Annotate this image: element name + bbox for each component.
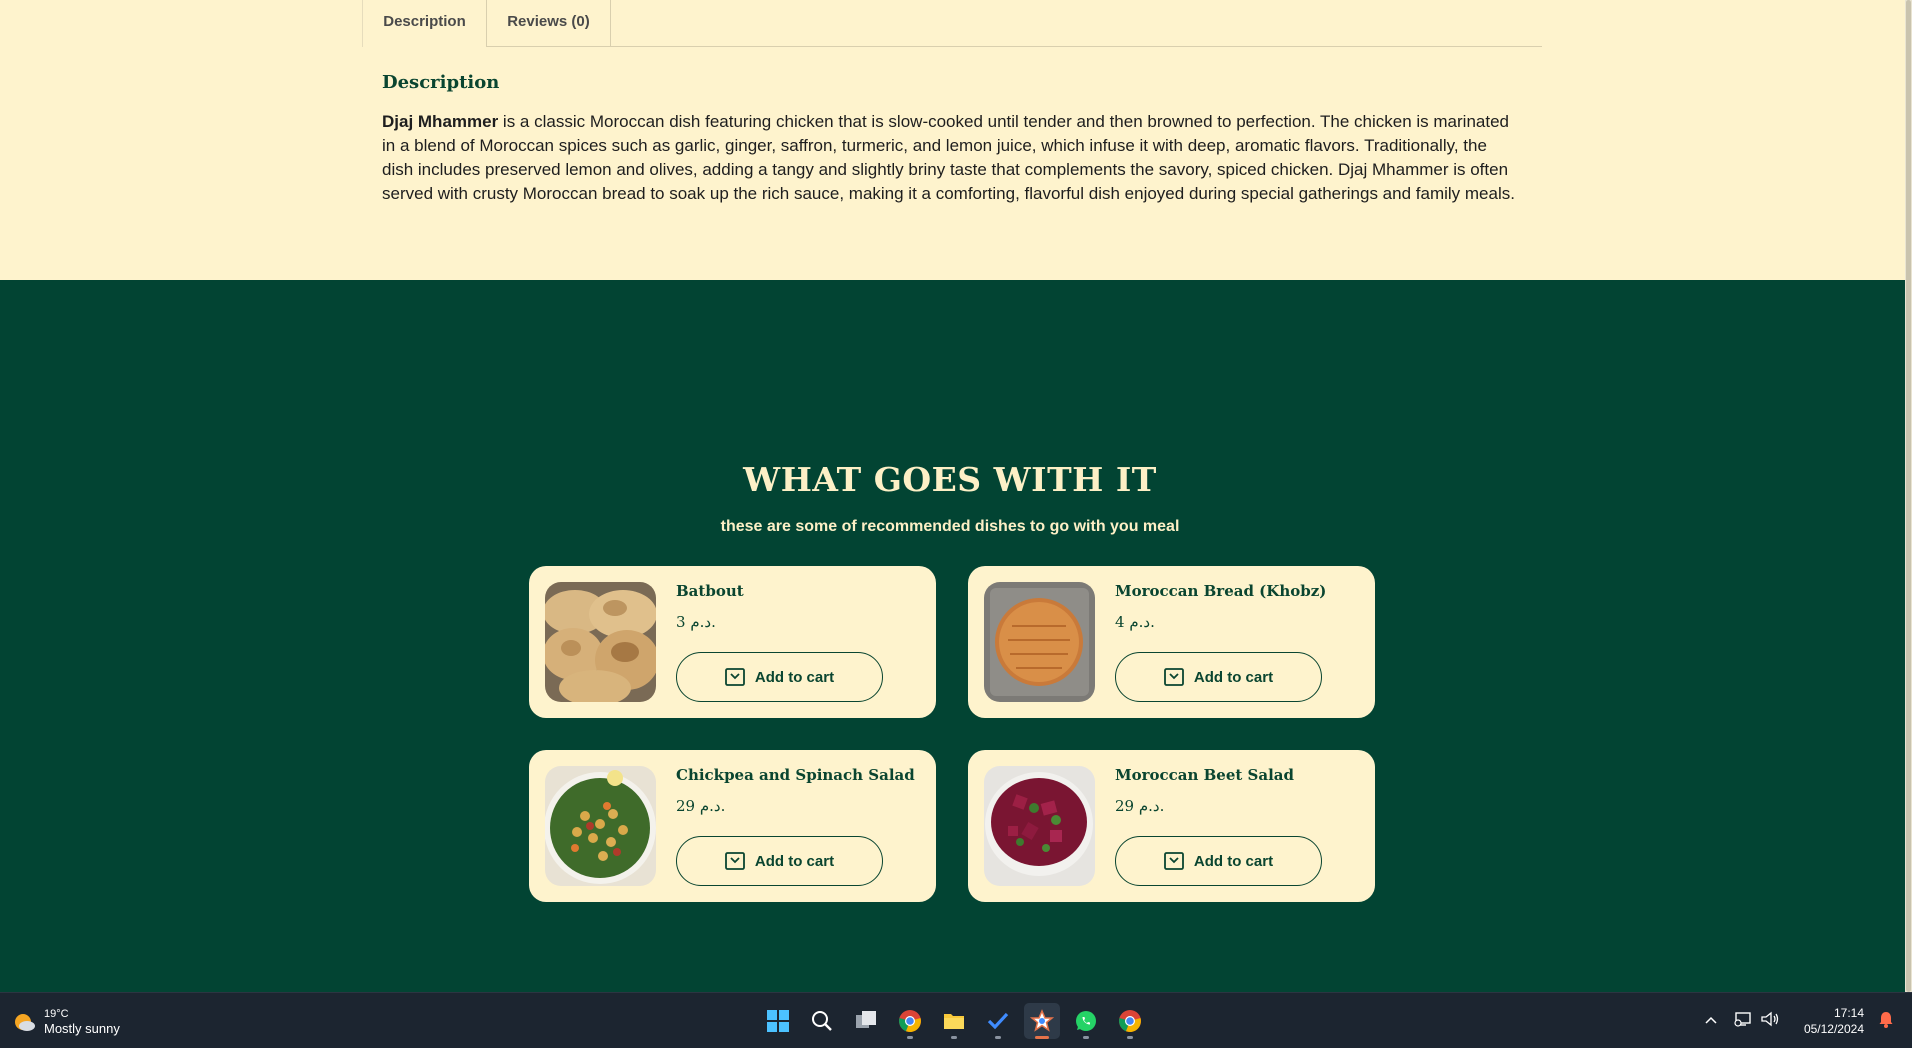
running-indicator (1127, 1036, 1133, 1039)
search-icon[interactable] (804, 1003, 840, 1039)
add-to-cart-label: Add to cart (1193, 668, 1274, 686)
running-indicator (907, 1036, 913, 1039)
description-heading: Description (382, 72, 500, 93)
system-clock[interactable]: 17:14 05/12/2024 (1804, 1005, 1864, 1037)
running-indicator (1035, 1036, 1049, 1039)
product-price: 29 د.م. (676, 797, 726, 815)
add-to-cart-button[interactable]: Add to cart (676, 652, 883, 702)
product-name[interactable]: Batbout (676, 582, 744, 600)
windows-taskbar: 19°C Mostly sunny 17:14 05/12/2024 (0, 992, 1912, 1048)
scrollbar-thumb[interactable] (1906, 0, 1911, 992)
cart-icon (1164, 852, 1184, 870)
add-to-cart-button[interactable]: Add to cart (1115, 836, 1322, 886)
cart-icon (1164, 668, 1184, 686)
chrome-profile-icon[interactable] (1112, 1003, 1148, 1039)
weather-temperature: 19°C (44, 1008, 69, 1020)
dish-name: Djaj Mhammer (382, 112, 499, 131)
pairing-subtitle: these are some of recommended dishes to … (720, 518, 1180, 535)
clock-date: 05/12/2024 (1803, 1022, 1864, 1036)
network-icon[interactable] (1734, 1011, 1752, 1032)
product-card-moroccan-bread: Moroccan Bread (Khobz) 4 د.م. Add to car… (968, 566, 1375, 718)
web-page: Description Reviews (0) Description Djaj… (0, 0, 1905, 992)
product-name[interactable]: Moroccan Bread (Khobz) (1115, 582, 1326, 600)
running-indicator (1083, 1036, 1089, 1039)
volume-icon[interactable] (1760, 1011, 1780, 1032)
product-image-chickpea-salad[interactable] (545, 766, 656, 886)
product-price: 29 د.م. (1115, 797, 1165, 815)
page-scrollbar[interactable] (1905, 0, 1912, 992)
chrome-icon[interactable] (892, 1003, 928, 1039)
task-view-icon[interactable] (848, 1003, 884, 1039)
product-name[interactable]: Moroccan Beet Salad (1115, 766, 1294, 784)
product-image-beet-salad[interactable] (984, 766, 1095, 886)
product-card-chickpea-salad: Chickpea and Spinach Salad 29 د.م. Add t… (529, 750, 936, 902)
weather-widget[interactable]: 19°C Mostly sunny (12, 1007, 120, 1037)
pairing-section: WHAT GOES WITH IT these are some of reco… (0, 280, 1905, 992)
running-indicator (995, 1036, 1001, 1039)
tab-description[interactable]: Description (362, 0, 486, 47)
add-to-cart-label: Add to cart (754, 852, 835, 870)
notification-bell-icon[interactable] (1878, 1010, 1894, 1033)
active-app-icon[interactable] (1024, 1003, 1060, 1039)
description-body: is a classic Moroccan dish featuring chi… (382, 112, 1515, 203)
product-card-beet-salad: Moroccan Beet Salad 29 د.م. Add to cart (968, 750, 1375, 902)
whatsapp-icon[interactable] (1068, 1003, 1104, 1039)
weather-sun-icon (15, 1014, 35, 1031)
system-tray: 17:14 05/12/2024 (1704, 993, 1912, 1048)
cart-icon (725, 668, 745, 686)
weather-condition: Mostly sunny (44, 1021, 120, 1036)
product-name[interactable]: Chickpea and Spinach Salad (676, 766, 915, 784)
add-to-cart-button[interactable]: Add to cart (676, 836, 883, 886)
clock-time: 17:14 (1833, 1006, 1864, 1020)
taskbar-apps (760, 1003, 1148, 1039)
description-text: Djaj Mhammer is a classic Moroccan dish … (382, 110, 1522, 206)
product-price: 3 د.م. (676, 613, 716, 631)
product-image-batbout[interactable] (545, 582, 656, 702)
start-icon[interactable] (760, 1003, 796, 1039)
add-to-cart-button[interactable]: Add to cart (1115, 652, 1322, 702)
todo-icon[interactable] (980, 1003, 1016, 1039)
pairing-title: WHAT GOES WITH IT (743, 460, 1157, 499)
product-price: 4 د.م. (1115, 613, 1155, 631)
cart-icon (725, 852, 745, 870)
product-tabs: Description Reviews (0) (362, 0, 1542, 47)
file-explorer-icon[interactable] (936, 1003, 972, 1039)
tab-reviews[interactable]: Reviews (0) (486, 0, 611, 47)
add-to-cart-label: Add to cart (1193, 852, 1274, 870)
product-image-moroccan-bread[interactable] (984, 582, 1095, 702)
add-to-cart-label: Add to cart (754, 668, 835, 686)
description-section: Description Reviews (0) Description Djaj… (0, 0, 1905, 280)
product-card-batbout: Batbout 3 د.م. Add to cart (529, 566, 936, 718)
show-hidden-icons-chevron-icon[interactable] (1704, 1012, 1718, 1030)
running-indicator (951, 1036, 957, 1039)
